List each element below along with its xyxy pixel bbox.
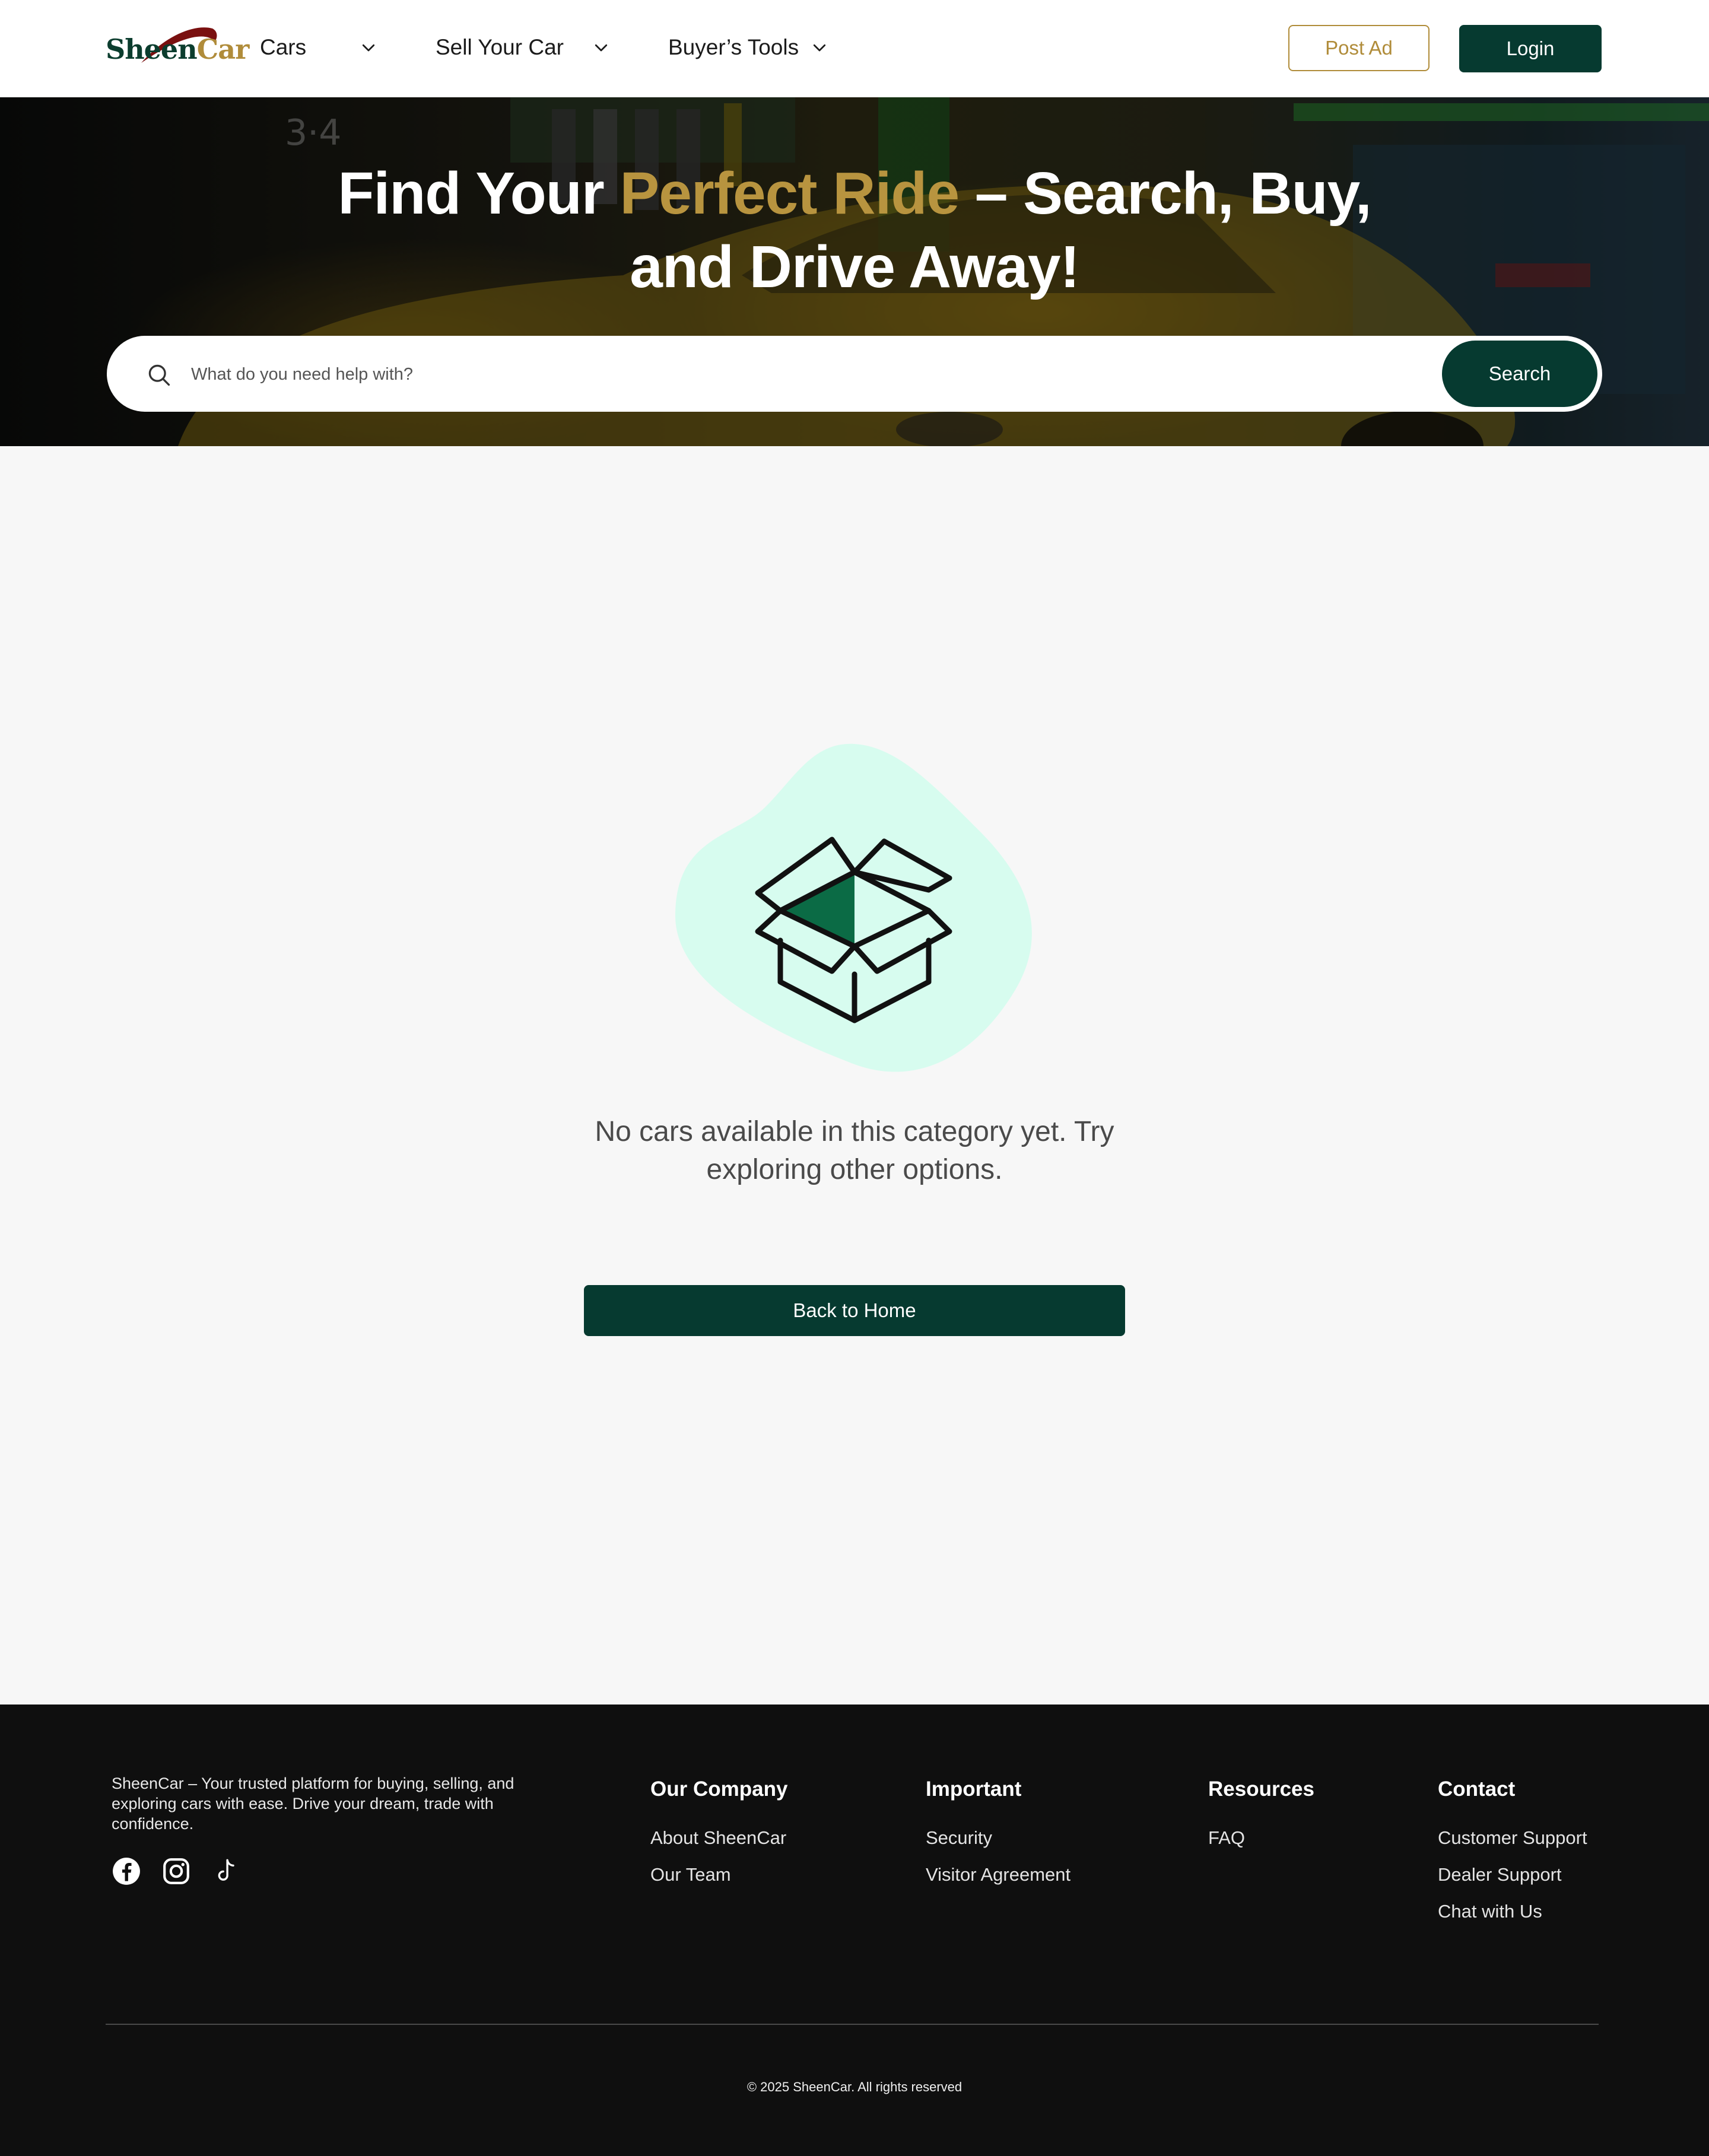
footer-column-important: Important Security Visitor Agreement <box>926 1777 1070 1893</box>
footer-link-security[interactable]: Security <box>926 1820 1070 1856</box>
search-icon <box>148 364 170 386</box>
search-button[interactable]: Search <box>1442 341 1597 407</box>
footer-column-contact: Contact Customer Support Dealer Support … <box>1438 1777 1587 1930</box>
nav-item-label: Sell Your Car <box>436 35 564 59</box>
footer-column-title: Contact <box>1438 1777 1516 1801</box>
chevron-down-icon <box>813 44 826 52</box>
search-input[interactable] <box>190 354 1498 395</box>
tiktok-icon[interactable] <box>211 1856 241 1886</box>
footer-about-text: SheenCar – Your trusted platform for buy… <box>112 1775 514 1833</box>
empty-state-message: No cars available in this category yet. … <box>595 1116 1114 1185</box>
footer-link-chat-with-us[interactable]: Chat with Us <box>1438 1893 1587 1930</box>
footer-link-customer-support[interactable]: Customer Support <box>1438 1820 1587 1856</box>
nav-item-label: Buyer’s Tools <box>668 35 799 59</box>
nav-item-label: Cars <box>260 35 307 59</box>
hero-banner: 3·4 Find Your Perfect Ride – Search, Buy… <box>0 97 1709 446</box>
footer-column-title: Our Company <box>650 1777 788 1801</box>
logo-text-car: Car <box>196 33 250 65</box>
footer-divider <box>106 2024 1599 2025</box>
footer-link-our-team[interactable]: Our Team <box>650 1856 787 1893</box>
footer-link-visitor-agreement[interactable]: Visitor Agreement <box>926 1856 1070 1893</box>
chevron-down-icon <box>595 44 608 52</box>
hero-title-start: Find Your <box>338 160 620 227</box>
chevron-down-icon <box>362 44 375 52</box>
nav-item-sell-your-car[interactable]: Sell Your Car <box>436 30 614 65</box>
facebook-icon[interactable] <box>112 1856 141 1886</box>
social-links <box>112 1856 241 1886</box>
top-navigation-bar: SheenCar Cars Sell Your Car Buyer’s Tool… <box>0 0 1709 98</box>
nav-item-cars[interactable]: Cars <box>260 30 379 65</box>
footer-column-title: Resources <box>1208 1777 1314 1801</box>
hero-headline: Find Your Perfect Ride – Search, Buy, an… <box>0 157 1709 304</box>
footer-column-our-company: Our Company About SheenCar Our Team <box>650 1777 787 1893</box>
back-to-home-button[interactable]: Back to Home <box>584 1285 1125 1336</box>
hero-headline-line-1: Find Your Perfect Ride – Search, Buy, <box>0 157 1709 230</box>
footer-column-title: Important <box>926 1777 1022 1801</box>
footer-link-dealer-support[interactable]: Dealer Support <box>1438 1856 1587 1893</box>
logo-text-sheen: Sheen <box>106 33 198 65</box>
copyright-text: © 2025 SheenCar. All rights reserved <box>747 2079 962 2094</box>
hero-headline-line-2: and Drive Away! <box>630 234 1080 300</box>
hero-title-rest: – Search, Buy, <box>959 160 1372 227</box>
site-footer: SheenCar – Your trusted platform for buy… <box>0 1705 1709 2156</box>
search-bar: Search <box>107 336 1602 412</box>
post-ad-button[interactable]: Post Ad <box>1288 25 1430 71</box>
login-button[interactable]: Login <box>1459 25 1602 72</box>
logo-wordmark: SheenCar <box>106 33 249 65</box>
sheencar-logo[interactable]: SheenCar <box>106 25 249 72</box>
footer-link-about-sheencar[interactable]: About SheenCar <box>650 1820 787 1856</box>
empty-state-illustration <box>675 743 1032 1072</box>
footer-column-resources: Resources FAQ <box>1208 1777 1314 1856</box>
hero-title-accent: Perfect Ride <box>620 160 960 227</box>
instagram-icon[interactable] <box>161 1856 191 1886</box>
footer-link-faq[interactable]: FAQ <box>1208 1820 1314 1856</box>
nav-item-buyers-tools[interactable]: Buyer’s Tools <box>668 30 840 65</box>
